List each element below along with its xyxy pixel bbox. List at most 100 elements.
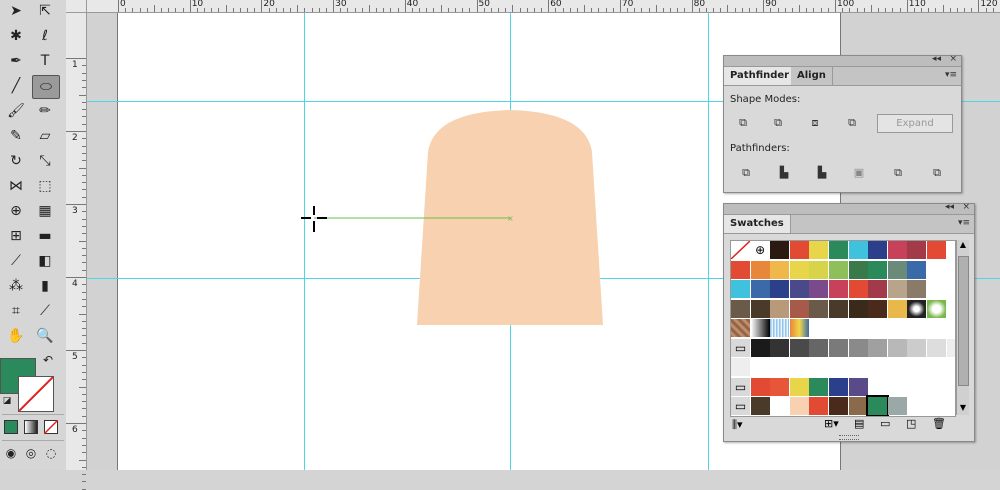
- swatch[interactable]: [770, 378, 789, 396]
- swatch-pattern-leaf[interactable]: [927, 300, 946, 318]
- swatch[interactable]: [790, 241, 809, 259]
- swatch[interactable]: [888, 339, 907, 357]
- swatch[interactable]: [907, 280, 926, 298]
- swatch-gradient-orange[interactable]: [790, 319, 809, 337]
- swatch[interactable]: [809, 378, 828, 396]
- swatch[interactable]: [849, 300, 868, 318]
- merge-icon[interactable]: ▙: [815, 167, 829, 179]
- swatch[interactable]: [849, 241, 868, 259]
- exclude-icon[interactable]: ⧉: [845, 117, 859, 129]
- swatch[interactable]: [770, 261, 789, 279]
- swatch[interactable]: [751, 261, 770, 279]
- tab-swatches[interactable]: Swatches: [724, 215, 791, 233]
- swatch-options-icon[interactable]: ▤: [854, 417, 864, 430]
- outline-icon[interactable]: ⧉: [891, 167, 905, 179]
- swatch[interactable]: [849, 378, 868, 396]
- collapse-icon[interactable]: ◂◂: [932, 54, 941, 64]
- swatch[interactable]: [770, 280, 789, 298]
- swatch[interactable]: [770, 241, 789, 259]
- close-icon[interactable]: ×: [949, 54, 957, 64]
- swatch[interactable]: [947, 339, 956, 357]
- swatch[interactable]: [829, 397, 848, 415]
- swatch[interactable]: [868, 339, 887, 357]
- swatch[interactable]: [790, 280, 809, 298]
- swatch[interactable]: [829, 339, 848, 357]
- swatch[interactable]: [907, 241, 926, 259]
- swatch[interactable]: [809, 339, 828, 357]
- swatch[interactable]: [888, 300, 907, 318]
- swatch-libraries-icon[interactable]: ⫼▾: [732, 418, 743, 432]
- swatch[interactable]: [849, 339, 868, 357]
- swatches-scrollbar[interactable]: ▲ ▼: [956, 240, 969, 415]
- swatch[interactable]: [790, 261, 809, 279]
- delete-swatch-icon[interactable]: 🗑: [932, 417, 946, 430]
- swatch-gradient-bw[interactable]: [751, 319, 770, 337]
- swatch[interactable]: [849, 280, 868, 298]
- new-color-group-icon[interactable]: ▭: [880, 417, 890, 430]
- crop-icon[interactable]: ▣: [852, 167, 866, 179]
- close-icon[interactable]: ×: [962, 202, 970, 212]
- swatch[interactable]: [751, 280, 770, 298]
- swatch[interactable]: [809, 280, 828, 298]
- swatch[interactable]: [731, 358, 750, 376]
- swatch[interactable]: [770, 300, 789, 318]
- swatch[interactable]: [809, 300, 828, 318]
- scroll-down-icon[interactable]: ▼: [957, 403, 969, 415]
- swatch[interactable]: [731, 300, 750, 318]
- swatch[interactable]: [888, 397, 907, 415]
- collapse-icon[interactable]: ◂◂: [945, 202, 954, 212]
- swatch[interactable]: [868, 397, 887, 415]
- swatch[interactable]: [770, 339, 789, 357]
- swatch[interactable]: [751, 397, 770, 415]
- swatch[interactable]: [868, 280, 887, 298]
- expand-button[interactable]: Expand: [877, 114, 953, 133]
- swatch[interactable]: [849, 397, 868, 415]
- swatch[interactable]: [927, 339, 946, 357]
- swatch[interactable]: [731, 261, 750, 279]
- swatch-none[interactable]: [731, 241, 750, 259]
- swatch[interactable]: [770, 397, 789, 415]
- swatch[interactable]: [790, 300, 809, 318]
- panel-header[interactable]: ◂◂ ×: [724, 56, 961, 67]
- swatch[interactable]: [888, 261, 907, 279]
- swatch[interactable]: [829, 300, 848, 318]
- divide-icon[interactable]: ⧉: [739, 167, 753, 179]
- swatch[interactable]: [809, 241, 828, 259]
- minus-front-icon[interactable]: ⧉: [771, 117, 785, 129]
- swatch[interactable]: [907, 261, 926, 279]
- swatch[interactable]: [731, 280, 750, 298]
- swatch-group-folder-icon[interactable]: ▭: [731, 397, 750, 415]
- swatch[interactable]: [868, 241, 887, 259]
- unite-icon[interactable]: ⧉: [736, 117, 750, 129]
- swatch-pattern-texture[interactable]: [731, 319, 750, 337]
- intersect-icon[interactable]: ⧈: [808, 117, 822, 129]
- swatch-registration-icon[interactable]: ⊕: [751, 241, 770, 259]
- panel-header[interactable]: ◂◂ ×: [724, 204, 974, 215]
- swatch[interactable]: [927, 241, 946, 259]
- panel-menu-icon[interactable]: ▾≡: [958, 218, 970, 228]
- new-swatch-icon[interactable]: ◳: [906, 417, 916, 430]
- swatch[interactable]: [868, 300, 887, 318]
- resize-grip[interactable]: [839, 435, 859, 440]
- swatch[interactable]: [829, 280, 848, 298]
- swatch-group-folder-icon[interactable]: ▭: [731, 378, 750, 396]
- swatch[interactable]: [888, 280, 907, 298]
- swatch[interactable]: [751, 300, 770, 318]
- swatch[interactable]: [790, 397, 809, 415]
- swatch[interactable]: [888, 241, 907, 259]
- swatch[interactable]: [809, 261, 828, 279]
- tab-align[interactable]: Align: [791, 67, 833, 85]
- tab-pathfinder[interactable]: Pathfinder: [724, 67, 796, 85]
- swatch-pattern-dots[interactable]: [907, 300, 926, 318]
- scroll-up-icon[interactable]: ▲: [957, 240, 969, 252]
- trim-icon[interactable]: ▙: [777, 167, 791, 179]
- panel-menu-icon[interactable]: ▾≡: [945, 70, 957, 80]
- swatch[interactable]: [907, 339, 926, 357]
- swatch[interactable]: [829, 241, 848, 259]
- swatch[interactable]: [829, 378, 848, 396]
- minus-back-icon[interactable]: ⧉: [930, 167, 944, 179]
- swatch[interactable]: [829, 261, 848, 279]
- swatch[interactable]: [790, 378, 809, 396]
- swatch[interactable]: [751, 378, 770, 396]
- swatch-group-folder-icon[interactable]: ▭: [731, 339, 750, 357]
